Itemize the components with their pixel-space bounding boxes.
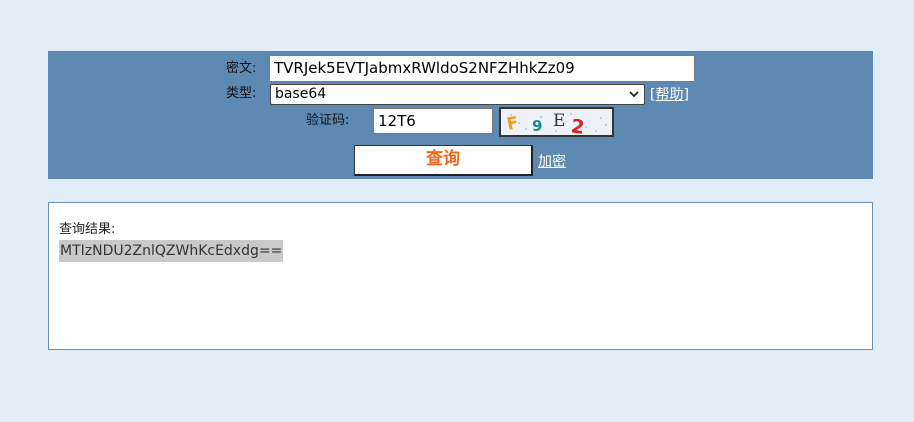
captcha-graphic: F 9 E 2 [505, 111, 607, 139]
result-box: 查询结果: MTIzNDU2ZnlQZWhKcEdxdg== [48, 202, 873, 350]
captcha-char: E [553, 111, 565, 131]
query-form-panel: 密文: TVRJek5EVTJabmxRWldoS2NFZHhkZz09 类型:… [48, 51, 873, 179]
captcha-label: 验证码: [306, 113, 350, 128]
captcha-image[interactable]: F 9 E 2 [499, 107, 614, 139]
captcha-char: 2 [570, 115, 586, 135]
captcha-char: F [505, 113, 521, 135]
type-select-value: base64 [275, 86, 327, 102]
type-select[interactable]: base64 [270, 84, 645, 105]
result-value: MTIzNDU2ZnlQZWhKcEdxdg== [59, 240, 284, 262]
ciphertext-label: 密文: [226, 61, 257, 76]
captcha-char: 9 [532, 117, 542, 135]
encrypt-link[interactable]: 加密 [538, 153, 566, 171]
type-label: 类型: [226, 86, 257, 101]
captcha-input[interactable]: 12T6 [373, 108, 493, 134]
query-button[interactable]: 查询 [354, 145, 533, 176]
chevron-down-icon [629, 91, 639, 98]
result-label: 查询结果: [59, 222, 116, 237]
help-link[interactable]: [帮助] [650, 86, 689, 104]
ciphertext-input[interactable]: TVRJek5EVTJabmxRWldoS2NFZHhkZz09 [269, 55, 695, 82]
